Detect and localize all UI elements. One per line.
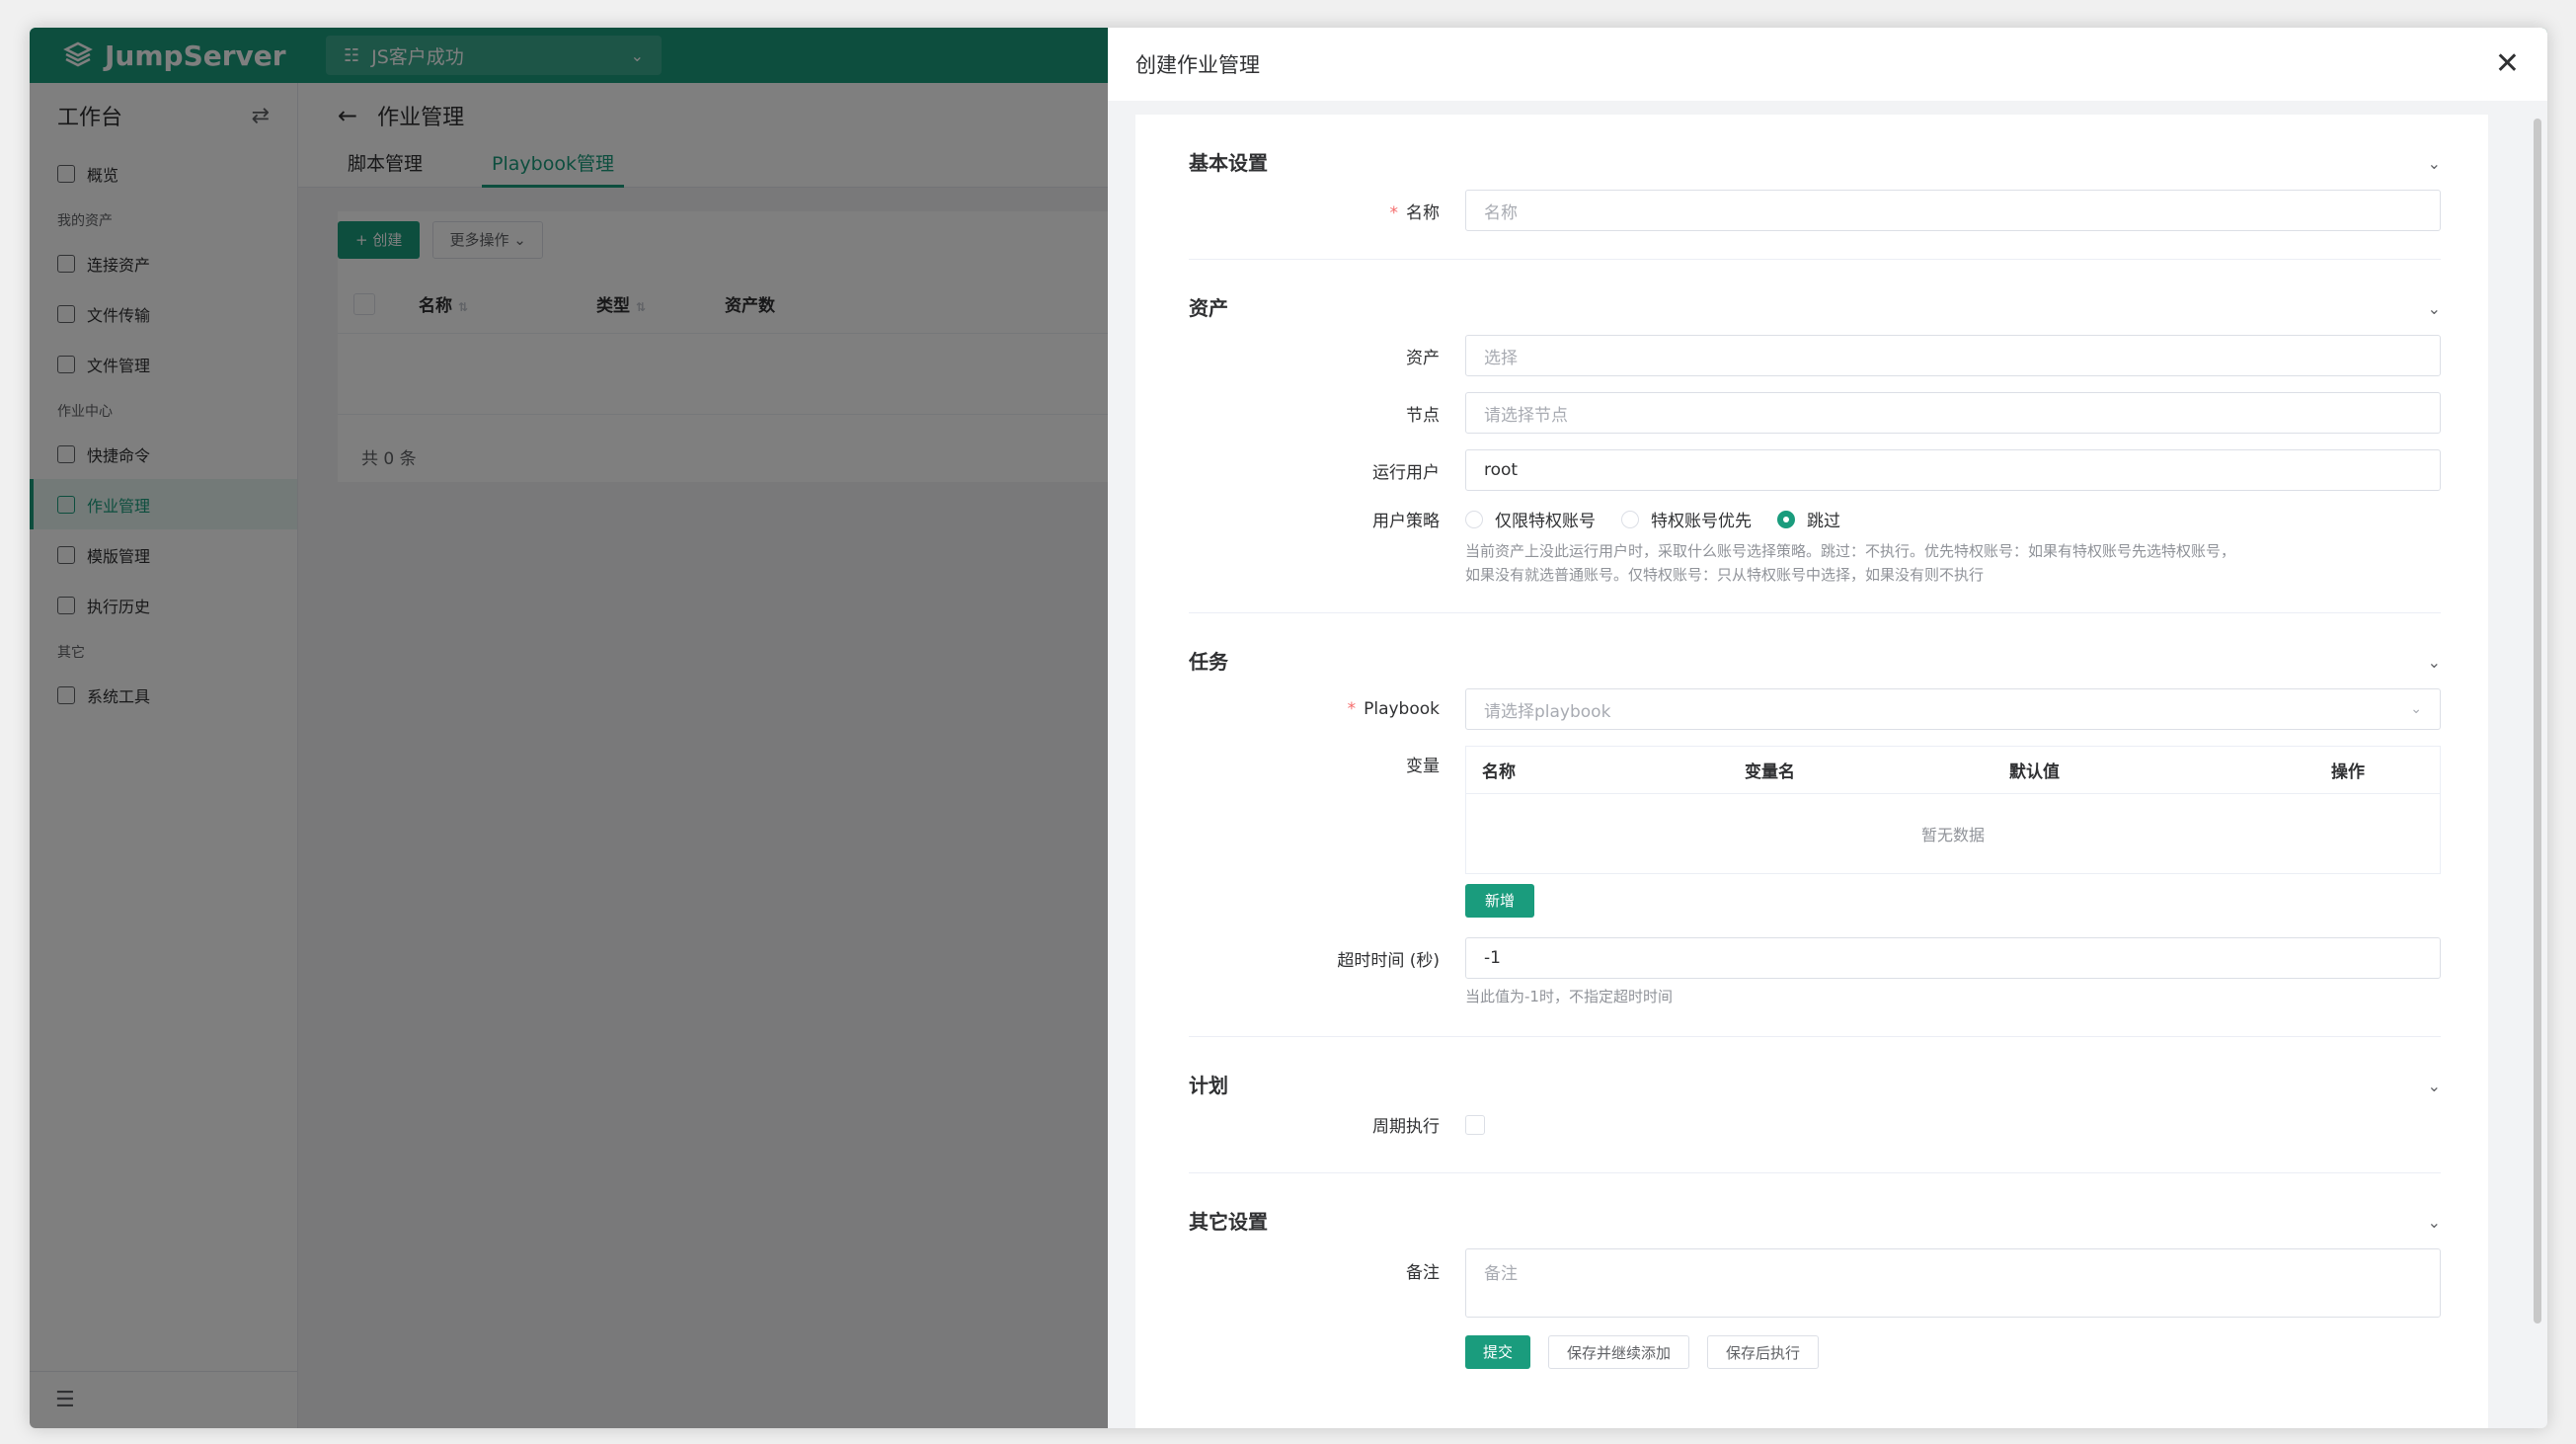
node-label: 节点 (1406, 405, 1440, 426)
radio-icon (1465, 510, 1483, 528)
drawer-body: 基本设置 ⌄ * 名称 名称 资产 ⌄ 资产 选择 节点 请选择节点 运行用户 … (1108, 101, 2547, 1428)
timeout-input[interactable]: -1 (1465, 937, 2441, 979)
vars-col-name: 名称 (1482, 762, 1516, 782)
section-assets: 资产 ⌄ 资产 选择 节点 请选择节点 运行用户 root 用户策略 仅限特权账… (1189, 260, 2441, 613)
vars-row: 变量 名称 变量名 默认值 操作 暂无数据 (1189, 746, 2441, 874)
name-label: * 名称 (1389, 202, 1441, 223)
timeout-label: 超时时间 (秒) (1337, 950, 1440, 971)
drawer-title: 创建作业管理 (1135, 53, 1260, 77)
vars-col-actions: 操作 (2331, 762, 2365, 782)
policy-option-label: 跳过 (1807, 512, 1840, 531)
chevron-down-icon[interactable]: ⌄ (2428, 154, 2441, 173)
vars-col-var: 变量名 (1745, 762, 1795, 782)
app-window: JumpServer ☷ JS客户成功 ⌄ 工作台 ⇄ 概览我的资产连接资产文件… (30, 28, 2547, 1428)
submit-button[interactable]: 提交 (1465, 1335, 1531, 1369)
vars-label: 变量 (1406, 757, 1440, 776)
save-continue-button[interactable]: 保存并继续添加 (1548, 1335, 1690, 1369)
policy-help: 当前资产上没此运行用户时，采取什么账号选择策略。跳过：不执行。优先特权账号：如果… (1465, 539, 2441, 587)
radio-checked-icon (1777, 510, 1795, 528)
chevron-down-icon[interactable]: ⌄ (2428, 299, 2441, 318)
playbook-label-text: Playbook (1364, 699, 1440, 719)
save-execute-button[interactable]: 保存后执行 (1707, 1335, 1820, 1369)
vars-table-header: 名称 变量名 默认值 操作 (1466, 747, 2440, 794)
comment-textarea[interactable]: 备注 (1465, 1248, 2441, 1318)
playbook-placeholder: 请选择playbook (1484, 701, 1611, 722)
chevron-down-icon[interactable]: ⌄ (2428, 653, 2441, 672)
policy-row: 用户策略 仅限特权账号 特权账号优先 跳过 (1189, 507, 2441, 531)
drawer-scrollbar[interactable] (2534, 119, 2541, 1324)
vars-col-default: 默认值 (2009, 762, 2060, 782)
periodic-label: 周期执行 (1372, 1117, 1440, 1137)
close-icon[interactable]: ✕ (2495, 49, 2520, 79)
section-basic: 基本设置 ⌄ * 名称 名称 (1189, 115, 2441, 260)
form-buttons: 提交 保存并继续添加 保存后执行 (1465, 1335, 2441, 1369)
runas-input[interactable]: root (1465, 449, 2441, 491)
asset-row: 资产 选择 (1189, 335, 2441, 376)
section-task: 任务 ⌄ * Playbook 请选择playbook ⌄ 变量 名称 变量名 默认… (1189, 613, 2441, 1037)
drawer-header: 创建作业管理 ✕ (1108, 28, 2547, 101)
section-schedule-title: 计划 (1189, 1074, 1228, 1097)
section-basic-title: 基本设置 (1189, 151, 1268, 175)
runas-label: 运行用户 (1372, 462, 1440, 483)
policy-help-line: 如果没有就选普通账号。仅特权账号：只从特权账号中选择，如果没有则不执行 (1465, 566, 1985, 584)
vars-empty: 暂无数据 (1920, 826, 1985, 844)
radio-icon (1621, 510, 1639, 528)
policy-option-privileged-only[interactable]: 仅限特权账号 (1465, 507, 1596, 531)
add-var-wrapper: 新增 (1189, 884, 2441, 918)
periodic-row: 周期执行 (1189, 1112, 2441, 1137)
timeout-row: 超时时间 (秒) -1 (1189, 937, 2441, 979)
runas-row: 运行用户 root (1189, 449, 2441, 491)
node-row: 节点 请选择节点 (1189, 392, 2441, 434)
comment-row: 备注 备注 (1189, 1248, 2441, 1318)
chevron-down-icon: ⌄ (2410, 701, 2422, 717)
policy-option-label: 特权账号优先 (1651, 512, 1752, 531)
playbook-row: * Playbook 请选择playbook ⌄ (1189, 688, 2441, 730)
vars-table: 名称 变量名 默认值 操作 暂无数据 (1465, 746, 2441, 874)
chevron-down-icon[interactable]: ⌄ (2428, 1213, 2441, 1232)
policy-option-skip[interactable]: 跳过 (1777, 507, 1840, 531)
add-var-button[interactable]: 新增 (1465, 884, 1535, 918)
asset-select[interactable]: 选择 (1465, 335, 2441, 376)
timeout-help: 当此值为-1时，不指定超时时间 (1465, 988, 1673, 1005)
comment-label: 备注 (1406, 1263, 1440, 1283)
chevron-down-icon[interactable]: ⌄ (2428, 1077, 2441, 1095)
name-label-text: 名称 (1406, 202, 1440, 223)
section-other: 其它设置 ⌄ 备注 备注 提交 保存并继续添加 保存后执行 (1189, 1173, 2441, 1369)
policy-option-privileged-first[interactable]: 特权账号优先 (1621, 507, 1752, 531)
playbook-label: * Playbook (1347, 699, 1440, 719)
node-select[interactable]: 请选择节点 (1465, 392, 2441, 434)
asset-label: 资产 (1406, 348, 1440, 368)
policy-help-line: 当前资产上没此运行用户时，采取什么账号选择策略。跳过：不执行。优先特权账号：如果… (1465, 542, 2236, 560)
policy-option-label: 仅限特权账号 (1495, 512, 1596, 531)
create-job-drawer: 创建作业管理 ✕ 基本设置 ⌄ * 名称 名称 资产 ⌄ 资产 选择 节点 请选… (1108, 28, 2547, 1428)
name-row: * 名称 名称 (1189, 190, 2441, 231)
playbook-select[interactable]: 请选择playbook ⌄ (1465, 688, 2441, 730)
name-input[interactable]: 名称 (1465, 190, 2441, 231)
section-task-title: 任务 (1189, 650, 1228, 674)
section-other-title: 其它设置 (1189, 1210, 1268, 1234)
policy-radio-group: 仅限特权账号 特权账号优先 跳过 (1465, 507, 1866, 531)
section-schedule: 计划 ⌄ 周期执行 (1189, 1037, 2441, 1173)
section-assets-title: 资产 (1189, 296, 1228, 320)
periodic-checkbox[interactable] (1465, 1114, 1485, 1135)
job-form: 基本设置 ⌄ * 名称 名称 资产 ⌄ 资产 选择 节点 请选择节点 运行用户 … (1135, 115, 2488, 1428)
policy-label: 用户策略 (1372, 512, 1440, 531)
